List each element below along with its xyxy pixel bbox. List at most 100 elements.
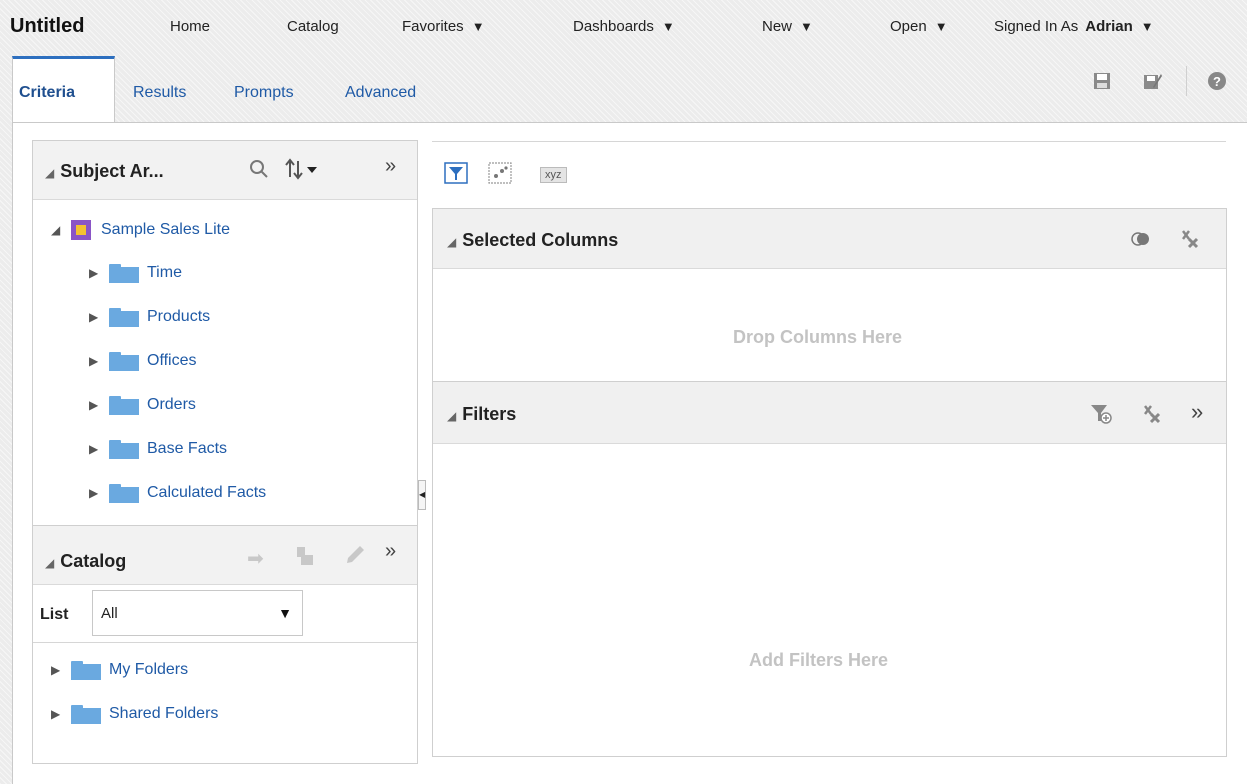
signed-in-as-label: Signed In As xyxy=(994,18,1079,35)
tree-label: Orders xyxy=(147,396,196,413)
catalog-title-text: Catalog xyxy=(60,551,127,571)
chevron-down-icon: ▼ xyxy=(471,19,485,34)
tree-item-calculated-facts[interactable]: ▶ Calculated Facts xyxy=(89,482,266,504)
collapse-icon: ◢ xyxy=(447,409,457,423)
filters-header: ◢ Filters » xyxy=(433,382,1226,444)
folder-icon xyxy=(109,263,139,283)
selected-columns-title[interactable]: ◢ Selected Columns xyxy=(447,230,618,251)
folder-icon xyxy=(109,351,139,371)
tab-results[interactable]: Results xyxy=(133,84,186,102)
tree-item-base-facts[interactable]: ▶ Base Facts xyxy=(89,438,227,460)
tree-label: Calculated Facts xyxy=(147,484,267,501)
expand-panel-icon[interactable]: » xyxy=(1191,399,1203,425)
tree-item-orders[interactable]: ▶ Orders xyxy=(89,394,196,416)
tree-item-shared-folders[interactable]: ▶ Shared Folders xyxy=(51,703,218,725)
selection-steps-icon[interactable] xyxy=(488,162,512,184)
tree-item-products[interactable]: ▶ Products xyxy=(89,306,210,328)
filters-title[interactable]: ◢ Filters xyxy=(447,404,516,425)
collapse-icon: ◢ xyxy=(45,166,55,180)
nav-catalog[interactable]: Catalog xyxy=(287,18,339,35)
tree-label: Time xyxy=(147,264,182,281)
expand-triangle-icon: ▶ xyxy=(51,707,61,721)
toolbar-divider xyxy=(1186,66,1187,96)
nav-dashboards[interactable]: Dashboards ▼ xyxy=(573,18,675,35)
divider xyxy=(432,141,1226,142)
folder-icon xyxy=(109,483,139,503)
combine-results-icon[interactable] xyxy=(1131,230,1151,253)
chevron-down-icon: ▼ xyxy=(800,19,813,34)
nav-open-label: Open xyxy=(890,18,927,35)
list-label: List xyxy=(40,606,69,623)
tree-label: Sample Sales Lite xyxy=(101,221,230,238)
subject-areas-header: ◢ Subject Ar... » xyxy=(33,141,417,200)
list-select-value: All xyxy=(101,605,118,622)
arrow-right-icon[interactable]: ➡ xyxy=(247,546,264,571)
subject-areas-panel: ◢ Subject Ar... » ◢ Sample Sales Lite ▶ Ti… xyxy=(32,140,418,526)
tree-item-my-folders[interactable]: ▶ My Folders xyxy=(51,659,188,681)
save-as-icon[interactable] xyxy=(1141,70,1163,92)
folder-icon xyxy=(109,439,139,459)
list-select[interactable]: All ▼ xyxy=(92,590,303,636)
nav-new[interactable]: New ▼ xyxy=(762,18,813,35)
tree-label: Base Facts xyxy=(147,440,228,457)
edit-icon[interactable] xyxy=(343,543,367,572)
tab-prompts[interactable]: Prompts xyxy=(234,84,294,102)
remove-all-icon[interactable] xyxy=(1179,227,1201,256)
expand-triangle-icon: ▶ xyxy=(89,354,99,368)
subject-areas-title-text: Subject Ar... xyxy=(60,161,164,181)
catalog-header: ◢ Catalog ➡ » xyxy=(33,526,417,585)
tree-root-sample-sales-lite[interactable]: ◢ Sample Sales Lite xyxy=(51,219,230,241)
panel-splitter-handle[interactable]: ◀ xyxy=(418,480,426,510)
drop-columns-placeholder: Drop Columns Here xyxy=(733,327,903,347)
remove-all-filters-icon[interactable] xyxy=(1141,402,1163,431)
expand-triangle-icon: ▶ xyxy=(89,442,99,456)
selected-columns-panel: ◢ Selected Columns Drop Columns Here xyxy=(432,208,1227,382)
chevron-down-icon: ▼ xyxy=(1140,19,1154,34)
tree-item-offices[interactable]: ▶ Offices xyxy=(89,350,197,372)
folder-icon xyxy=(71,704,101,724)
add-filters-placeholder: Add Filters Here xyxy=(749,650,889,670)
add-filter-icon[interactable] xyxy=(1089,403,1113,430)
tree-label: Products xyxy=(147,308,211,325)
nav-home-label: Home xyxy=(170,18,211,35)
expand-panel-icon[interactable]: » xyxy=(385,540,396,563)
sort-icon[interactable] xyxy=(285,158,325,185)
tree-label: My Folders xyxy=(109,661,189,678)
filters-title-text: Filters xyxy=(462,404,517,424)
nav-home[interactable]: Home xyxy=(170,18,210,35)
folder-icon xyxy=(109,395,139,415)
tree-item-time[interactable]: ▶ Time xyxy=(89,262,182,284)
help-icon[interactable]: ? xyxy=(1206,70,1228,92)
user-menu[interactable]: Signed In As Adrian ▼ xyxy=(994,18,1154,35)
expand-triangle-icon: ▶ xyxy=(89,266,99,280)
collapse-icon: ◢ xyxy=(45,556,55,570)
collapse-icon: ◢ xyxy=(447,235,457,249)
subject-areas-title[interactable]: ◢ Subject Ar... xyxy=(45,161,164,182)
chevron-down-icon: ▼ xyxy=(278,605,292,621)
chevron-down-icon: ▼ xyxy=(661,19,675,34)
nav-favorites[interactable]: Favorites ▼ xyxy=(402,18,485,35)
subject-area-icon xyxy=(71,220,91,240)
filter-icon[interactable] xyxy=(444,162,468,184)
collapse-triangle-icon: ◢ xyxy=(51,223,61,237)
expand-panel-icon[interactable]: » xyxy=(385,155,396,178)
chevron-down-icon: ▼ xyxy=(934,19,948,34)
nav-open[interactable]: Open ▼ xyxy=(890,18,948,35)
divider xyxy=(33,642,417,643)
tab-advanced[interactable]: Advanced xyxy=(345,84,416,102)
search-icon[interactable] xyxy=(249,159,269,184)
folder-icon xyxy=(71,660,101,680)
tab-criteria[interactable]: Criteria xyxy=(19,84,75,102)
user-name: Adrian xyxy=(1085,18,1133,35)
catalog-panel: ◢ Catalog ➡ » ▶ My Folders ▶ Shared Folders xyxy=(32,525,418,764)
expand-triangle-icon: ▶ xyxy=(89,398,99,412)
nav-catalog-label: Catalog xyxy=(287,18,339,35)
selected-columns-title-text: Selected Columns xyxy=(462,230,619,250)
xyz-icon[interactable]: xyz xyxy=(540,166,567,188)
expand-triangle-icon: ▶ xyxy=(89,310,99,324)
filters-panel: ◢ Filters » Add Filters Here xyxy=(432,381,1227,757)
save-icon[interactable] xyxy=(1091,70,1113,92)
catalog-title[interactable]: ◢ Catalog xyxy=(45,551,126,572)
properties-icon[interactable] xyxy=(295,545,315,572)
svg-text:?: ? xyxy=(1213,74,1221,89)
